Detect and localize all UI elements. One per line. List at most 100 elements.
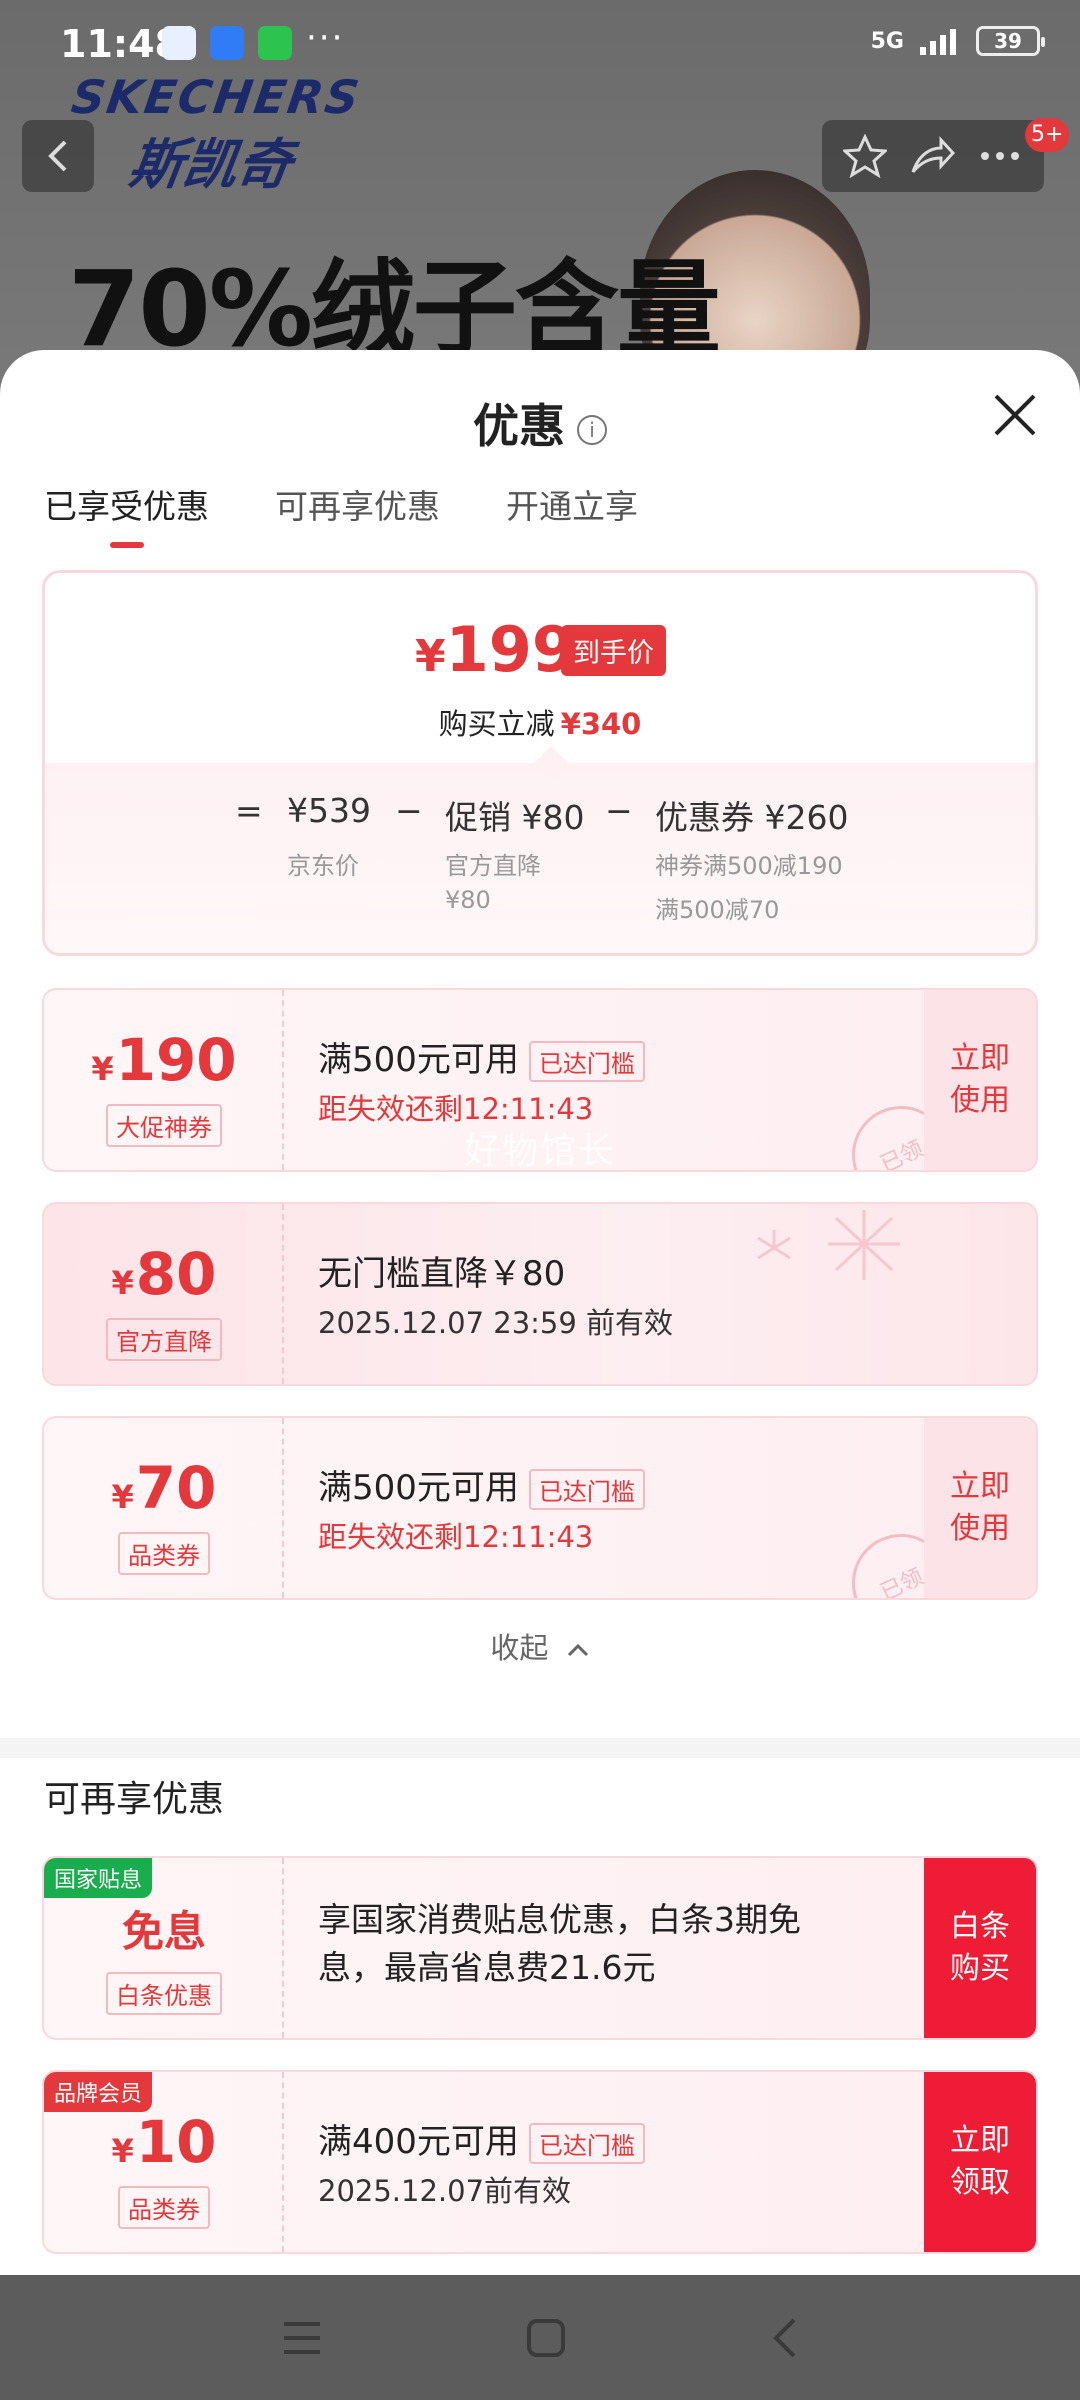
offer-type: 品类券 <box>44 2186 284 2229</box>
coupon-amount-value: 70 <box>135 1454 217 1522</box>
more-offers-title: 可再享优惠 <box>44 1779 225 1820</box>
coupon-type: 品类券 <box>44 1532 284 1575</box>
coupon-note-1: 神券满500减190 <box>655 852 843 880</box>
tab-enjoyed[interactable]: 已享受优惠 <box>44 480 209 548</box>
coupon-expiry-countdown: 距失效还剩12:11:43 <box>318 1520 594 1554</box>
chevron-up-icon <box>567 1643 588 1657</box>
collapse-button[interactable]: 收起 <box>0 1625 1080 1667</box>
offer-type-label: 白条优惠 <box>106 1972 222 2015</box>
jd-price-label: 京东价 <box>287 852 359 880</box>
coupon-card: ¥70 品类券 满500元可用 已达门槛 距失效还剩12:11:43 已领 立即使… <box>42 1416 1038 1600</box>
brand-logo-cn: 斯凯奇 <box>124 133 296 196</box>
info-icon[interactable]: i <box>577 414 607 445</box>
promo-note: 官方直降 <box>445 852 541 880</box>
coupon-type: 官方直降 <box>44 1318 284 1361</box>
favorite-star-icon[interactable] <box>843 134 887 178</box>
offer-value: ¥10 品类券 <box>44 2072 284 2252</box>
offer-amount: ¥10 <box>44 2108 284 2176</box>
share-icon[interactable] <box>909 134 955 178</box>
coupon-type-label: 官方直降 <box>106 1318 222 1361</box>
status-indicators: 5G 39 <box>870 26 1045 56</box>
coupon-condition: 满500元可用 已达门槛 <box>318 1032 645 1082</box>
close-icon[interactable] <box>990 390 1040 440</box>
coupon-card: ¥190 大促神券 满500元可用 已达门槛 距失效还剩12:11:43 好物馆长… <box>42 988 1038 1172</box>
coupon-validity: 2025.12.07 23:59 前有效 <box>318 1306 674 1340</box>
more-notifications-icon: ··· <box>306 18 345 58</box>
battery-icon: 39 <box>976 26 1045 56</box>
coupon-amount-value: 80 <box>135 1240 217 1308</box>
promo-note-amount: ¥80 <box>445 886 491 914</box>
collapse-label: 收起 <box>490 1631 549 1665</box>
offer-type: 白条优惠 <box>44 1972 284 2015</box>
offer-type-label: 品类券 <box>118 2186 210 2229</box>
coupon-condition-text: 满500元可用 <box>318 1468 519 1508</box>
final-price-section: ¥199 到手价 购买立减 ¥340 <box>45 573 1035 763</box>
offer-card: 国家贴息 免息 白条优惠 享国家消费贴息优惠，白条3期免 息，最高省息费21.6… <box>42 1856 1038 2040</box>
coupon-amount-value: 190 <box>115 1026 237 1094</box>
baitiao-buy-button[interactable]: 白条购买 <box>924 1858 1036 2038</box>
more-icon[interactable] <box>977 134 1023 178</box>
offer-condition-text: 满400元可用 <box>318 2122 519 2162</box>
menu-icon[interactable] <box>280 2318 324 2358</box>
coupon-condition: 满500元可用 已达门槛 <box>318 1460 645 1510</box>
use-now-button[interactable]: 立即使用 <box>924 990 1036 1170</box>
coupon-type-label: 大促神券 <box>106 1104 222 1147</box>
final-price-value: 199 <box>445 613 576 686</box>
use-now-button[interactable]: 立即使用 <box>924 1418 1036 1598</box>
offer-condition: 满400元可用 已达门槛 <box>318 2114 645 2164</box>
minus-sign: − <box>395 791 423 830</box>
fireworks-decoration-icon <box>757 1210 900 1280</box>
threshold-reached-badge: 已达门槛 <box>528 2123 645 2164</box>
notification-app-icon <box>210 26 244 60</box>
coupon-value: ¥80 官方直降 <box>44 1204 284 1384</box>
back-button[interactable] <box>22 120 94 192</box>
coupon-value: ¥190 大促神券 <box>44 990 284 1170</box>
claim-now-button[interactable]: 立即领取 <box>924 2072 1036 2252</box>
coupon-card: ¥80 官方直降 无门槛直降￥80 2025.12.07 23:59 前有效 <box>42 1202 1038 1386</box>
discount-tabs: 已享受优惠 可再享优惠 开通立享 <box>44 480 638 548</box>
offer-amount-value: 10 <box>135 2108 217 2176</box>
signal-icon <box>920 29 956 55</box>
minus-sign: − <box>605 791 633 830</box>
offer-card: 品牌会员 ¥10 品类券 满400元可用 已达门槛 2025.12.07前有效 立… <box>42 2070 1038 2254</box>
currency-symbol: ¥ <box>111 1478 134 1516</box>
home-icon[interactable] <box>524 2316 568 2360</box>
instant-discount-label: 购买立减 <box>438 707 555 741</box>
coupon-type: 大促神券 <box>44 1104 284 1147</box>
price-breakdown: = ¥539 京东价 − 促销 ¥80 官方直降 ¥80 − 优惠券 ¥260 … <box>45 763 1035 953</box>
chevron-left-icon <box>48 140 67 172</box>
instant-discount: 购买立减 ¥340 <box>45 701 1035 743</box>
tab-activate[interactable]: 开通立享 <box>506 480 638 548</box>
discount-sheet: 优惠 i 已享受优惠 可再享优惠 开通立享 ¥199 到手价 购买立减 ¥340 =… <box>0 350 1080 2275</box>
threshold-reached-badge: 已达门槛 <box>528 1469 645 1510</box>
offer-value: 免息 白条优惠 <box>44 1858 284 2038</box>
offer-description: 享国家消费贴息优惠，白条3期免 息，最高省息费21.6元 <box>318 1896 801 1992</box>
coupon-condition-text: 满500元可用 <box>318 1040 519 1080</box>
coupon-amount: ¥70 <box>44 1454 284 1522</box>
coupon-amount: ¥190 <box>44 1026 284 1094</box>
currency-symbol: ¥ <box>111 1264 134 1302</box>
threshold-reached-badge: 已达门槛 <box>528 1041 645 1082</box>
back-icon[interactable] <box>768 2316 800 2360</box>
coupon-total: 优惠券 ¥260 <box>655 798 849 837</box>
section-divider <box>0 1738 1080 1758</box>
offer-description-line: 息，最高省息费21.6元 <box>318 1948 656 1987</box>
instant-discount-amount: ¥340 <box>560 707 642 741</box>
system-nav-bar <box>0 2275 1080 2400</box>
watermark: 好物馆长 <box>464 1131 617 1172</box>
final-price: ¥199 <box>415 613 575 686</box>
offer-validity: 2025.12.07前有效 <box>318 2174 572 2208</box>
promo-amount: 促销 ¥80 <box>445 798 585 837</box>
message-badge: 5+ <box>1025 118 1070 152</box>
jd-price: ¥539 <box>287 791 371 830</box>
offer-description-line: 享国家消费贴息优惠，白条3期免 <box>318 1900 801 1939</box>
tab-more-available[interactable]: 可再享优惠 <box>275 480 440 548</box>
coupon-type-label: 品类券 <box>118 1532 210 1575</box>
brand-logo-en: SKECHERS <box>68 70 365 124</box>
equals-sign: = <box>235 791 263 830</box>
network-type: 5G <box>870 28 904 54</box>
sheet-title: 优惠 i <box>0 390 1080 456</box>
currency-symbol: ¥ <box>91 1050 114 1088</box>
currency-symbol: ¥ <box>415 631 446 682</box>
currency-symbol: ¥ <box>111 2132 134 2170</box>
